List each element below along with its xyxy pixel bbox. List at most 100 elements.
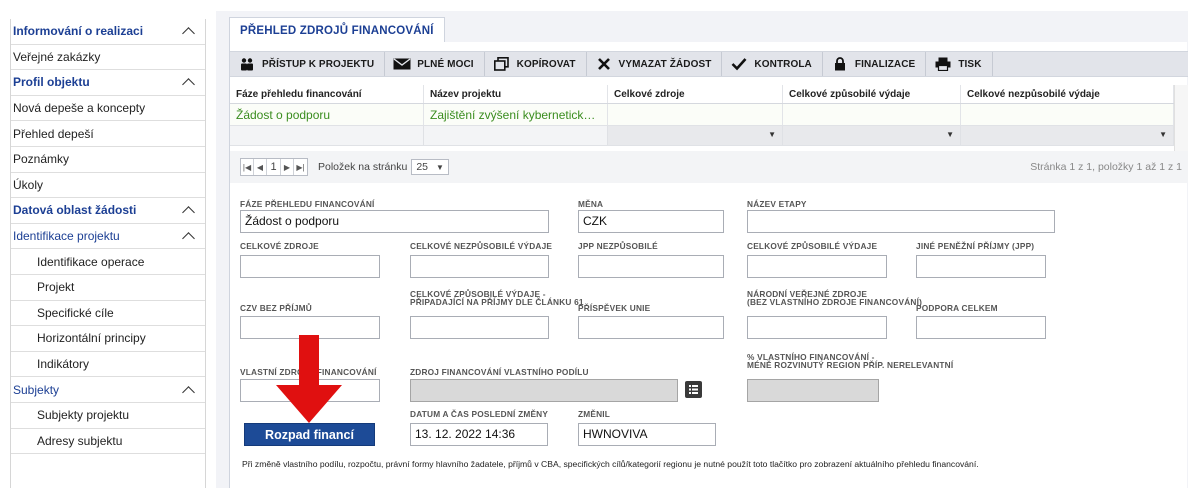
sidebar-item-label: Subjekty projektu bbox=[37, 408, 130, 423]
sidebar-item[interactable]: Horizontální principy bbox=[11, 326, 205, 352]
mena-label: MĚNA bbox=[578, 199, 604, 209]
table-cell bbox=[783, 104, 961, 125]
toolbar-button-label: KOPÍROVAT bbox=[516, 58, 576, 70]
chevron-up-icon[interactable] bbox=[183, 230, 195, 242]
jine-label: JINÉ PENĚŽNÍ PŘÍJMY (JPP) bbox=[916, 241, 1035, 251]
sidebar-item[interactable]: Poznámky bbox=[11, 147, 205, 173]
etapa-label: NÁZEV ETAPY bbox=[747, 199, 807, 209]
per-page-value: 25 bbox=[416, 161, 428, 173]
chevron-up-icon[interactable] bbox=[183, 76, 195, 88]
zdroje-field[interactable] bbox=[240, 255, 380, 278]
tab-prehled-zdroju-financovani[interactable]: PŘEHLED ZDROJŮ FINANCOVÁNÍ bbox=[229, 17, 445, 43]
toolbar-button[interactable]: TISK bbox=[926, 52, 993, 76]
sidebar-item[interactable]: Datová oblast žádosti bbox=[11, 198, 205, 224]
sidebar-item-label: Specifické cíle bbox=[37, 305, 114, 320]
sidebar-item[interactable]: Indikátory bbox=[11, 352, 205, 378]
red-arrow-icon bbox=[276, 335, 342, 423]
podpora-field[interactable] bbox=[916, 316, 1046, 339]
sidebar-item[interactable]: Informování o realizaci bbox=[11, 19, 205, 45]
nezpusobile-field[interactable] bbox=[410, 255, 549, 278]
per-page-select[interactable]: 25 ▼ bbox=[411, 159, 449, 175]
toolbar-button[interactable]: PLNÉ MOCI bbox=[385, 52, 485, 76]
rozpad-financi-button[interactable]: Rozpad financí bbox=[244, 423, 375, 446]
list-icon[interactable] bbox=[685, 381, 702, 398]
toolbar-button[interactable]: KOPÍROVAT bbox=[485, 52, 587, 76]
podpora-label: PODPORA CELKEM bbox=[916, 303, 998, 313]
toolbar-button-label: PŘÍSTUP K PROJEKTU bbox=[262, 58, 375, 70]
column-header[interactable]: Celkové zdroje bbox=[608, 85, 783, 103]
toolbar-button-label: PLNÉ MOCI bbox=[417, 58, 474, 70]
sidebar-item[interactable]: Identifikace operace bbox=[11, 249, 205, 275]
printer-icon bbox=[934, 57, 952, 71]
sidebar-item-label: Identifikace operace bbox=[37, 254, 145, 269]
sidebar-item[interactable]: Subjekty bbox=[11, 377, 205, 403]
sidebar-item[interactable]: Specifické cíle bbox=[11, 301, 205, 327]
filter-dropdown[interactable] bbox=[608, 126, 783, 145]
datum-label: DATUM A ČAS POSLEDNÍ ZMĚNY bbox=[410, 409, 549, 419]
users-icon bbox=[238, 57, 256, 71]
zpusobile-field[interactable] bbox=[747, 255, 887, 278]
zmenil-field[interactable]: HWNOVIVA bbox=[578, 423, 716, 446]
faze-field[interactable]: Žádost o podporu bbox=[240, 210, 549, 233]
column-header[interactable]: Celkové způsobilé výdaje bbox=[783, 85, 961, 103]
narodni-label: NÁRODNÍ VEŘEJNÉ ZDROJE (BEZ VLASTNÍHO ZD… bbox=[747, 290, 922, 306]
financing-grid: Fáze přehledu financování Název projektu C… bbox=[230, 85, 1174, 146]
filter-dropdown[interactable] bbox=[961, 126, 1174, 145]
filter-dropdown[interactable] bbox=[783, 126, 961, 145]
chevron-down-icon: ▼ bbox=[436, 162, 444, 172]
column-header[interactable]: Název projektu bbox=[424, 85, 608, 103]
nezpusobile-label: CELKOVÉ NEZPŮSOBILÉ VÝDAJE bbox=[410, 241, 553, 251]
column-header[interactable]: Fáze přehledu financování bbox=[230, 85, 424, 103]
chevron-up-icon[interactable] bbox=[183, 204, 195, 216]
sidebar-item-label: Veřejné zakázky bbox=[13, 49, 101, 64]
table-row[interactable]: Žádost o podporu Zajištění zvýšení kybern… bbox=[230, 104, 1174, 126]
faze-label: FÁZE PŘEHLEDU FINANCOVÁNÍ bbox=[240, 199, 375, 209]
toolbar-button[interactable]: FINALIZACE bbox=[823, 52, 927, 76]
toolbar-button[interactable]: VYMAZAT ŽÁDOST bbox=[587, 52, 723, 76]
sidebar-item[interactable]: Profil objektu bbox=[11, 70, 205, 96]
sidebar-item[interactable]: Nová depeše a koncepty bbox=[11, 96, 205, 122]
chevron-up-icon[interactable] bbox=[183, 384, 195, 396]
datum-field[interactable]: 13. 12. 2022 14:36 bbox=[410, 423, 548, 446]
last-page-icon[interactable]: ▶| bbox=[294, 159, 307, 175]
narodni-label-line-2: (BEZ VLASTNÍHO ZDROJE FINANCOVÁNÍ) bbox=[747, 297, 923, 307]
sidebar-item[interactable]: Projekt bbox=[11, 275, 205, 301]
jpp-field[interactable] bbox=[578, 255, 724, 278]
toolbar-button[interactable]: KONTROLA bbox=[722, 52, 823, 76]
sidebar-item[interactable]: Přehled depeší bbox=[11, 121, 205, 147]
prev-page-icon[interactable]: ◀ bbox=[254, 159, 267, 175]
rozpad-note: Při změně vlastního podílu, rozpočtu, pr… bbox=[242, 459, 979, 469]
mena-field[interactable]: CZK bbox=[578, 210, 724, 233]
jine-field[interactable] bbox=[916, 255, 1046, 278]
zmenil-label: ZMĚNIL bbox=[578, 409, 611, 419]
sidebar-item-label: Projekt bbox=[37, 280, 75, 295]
check-icon bbox=[730, 57, 748, 71]
czv61-label-line-2: PŘIPADAJÍCÍ NA PŘÍJMY DLE ČLÁNKU 61 bbox=[410, 297, 584, 307]
sidebar-item-label: Nová depeše a koncepty bbox=[13, 101, 146, 116]
column-header[interactable]: Celkové nezpůsobilé výdaje bbox=[961, 85, 1174, 103]
sidebar-item[interactable]: Veřejné zakázky bbox=[11, 45, 205, 71]
next-page-icon[interactable]: ▶ bbox=[281, 159, 294, 175]
chevron-up-icon[interactable] bbox=[183, 25, 195, 37]
narodni-field[interactable] bbox=[747, 316, 887, 339]
toolbar-button[interactable]: PŘÍSTUP K PROJEKTU bbox=[230, 52, 386, 76]
etapa-field[interactable] bbox=[747, 210, 1055, 233]
sidebar-item-label: Přehled depeší bbox=[13, 126, 94, 141]
sidebar-item[interactable]: Adresy subjektu bbox=[11, 429, 205, 455]
zdroje-label: CELKOVÉ ZDROJE bbox=[240, 241, 319, 251]
sidebar-item-label: Adresy subjektu bbox=[37, 433, 123, 448]
czv61-field[interactable] bbox=[410, 316, 549, 339]
toolbar-button-label: TISK bbox=[958, 58, 982, 70]
sidebar-item-label: Poznámky bbox=[13, 152, 70, 167]
sidebar-item[interactable]: Subjekty projektu bbox=[11, 403, 205, 429]
first-page-icon[interactable]: |◀ bbox=[241, 159, 254, 175]
prispevek-field[interactable] bbox=[578, 316, 724, 339]
pager: |◀ ◀ 1 ▶ ▶| Položek na stránku 25 ▼ Strá… bbox=[230, 151, 1188, 183]
sidebar-item[interactable]: Identifikace projektu bbox=[11, 224, 205, 250]
sidebar-item[interactable]: Úkoly bbox=[11, 173, 205, 199]
procento-field bbox=[747, 379, 879, 402]
zpusobile-label: CELKOVÉ ZPŮSOBILÉ VÝDAJE bbox=[747, 241, 878, 251]
toolbar: PŘÍSTUP K PROJEKTU PLNÉ MOCI KOPÍROVAT VYMA… bbox=[230, 51, 1188, 77]
grid-header: Fáze přehledu financování Název projektu C… bbox=[230, 85, 1174, 104]
current-page[interactable]: 1 bbox=[267, 159, 281, 175]
